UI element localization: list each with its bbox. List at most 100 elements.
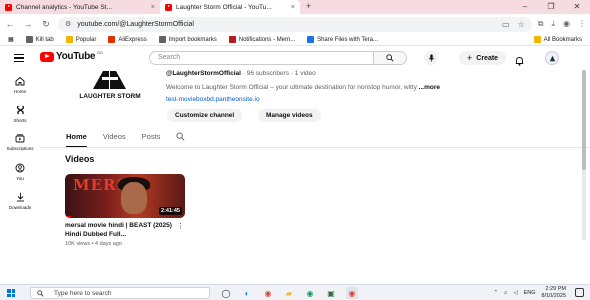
notification-center-icon[interactable] bbox=[575, 288, 584, 297]
tabs-divider bbox=[40, 147, 590, 148]
channel-link[interactable]: test-movieboxbd.pantheonsite.io bbox=[166, 96, 260, 103]
taskbar-search-input[interactable]: Type here to search bbox=[30, 287, 210, 299]
video-duration: 2:41:45 bbox=[159, 207, 182, 215]
search-icon bbox=[386, 54, 394, 62]
guide-item-shorts[interactable]: Shorts bbox=[0, 105, 40, 123]
guide-item-downloads[interactable]: Downloads bbox=[0, 192, 40, 210]
bookmark-star-icon[interactable]: ☆ bbox=[518, 20, 525, 29]
new-tab-button[interactable]: + bbox=[300, 0, 317, 14]
video-thumbnail[interactable]: MERS 2:41:45 bbox=[65, 174, 185, 218]
bookmark-notifications[interactable]: Notifications - Mem... bbox=[228, 36, 295, 43]
task-view-icon[interactable]: ◯ bbox=[220, 287, 232, 299]
close-tab-icon[interactable]: × bbox=[151, 4, 155, 11]
windows-start-icon[interactable] bbox=[7, 289, 15, 297]
file-explorer-icon[interactable]: ▰ bbox=[283, 287, 295, 299]
profile-icon[interactable]: ◉ bbox=[563, 19, 570, 29]
microphone-icon bbox=[428, 54, 434, 62]
url-input[interactable]: ⚙ youtube.com/@LaughterStormOfficial ▭ ☆ bbox=[58, 16, 532, 32]
avatar-logo-icon bbox=[549, 55, 555, 61]
guide-item-you[interactable]: You bbox=[0, 163, 40, 181]
you-icon bbox=[15, 163, 25, 173]
shorts-icon bbox=[16, 105, 24, 115]
chrome-profile-icon[interactable]: ◉ bbox=[304, 287, 316, 299]
chrome-active-icon[interactable]: ◉ bbox=[346, 287, 358, 299]
cast-icon[interactable]: ▭ bbox=[502, 20, 510, 29]
tab-home[interactable]: Home bbox=[66, 132, 87, 147]
network-icon[interactable]: ⌂ bbox=[504, 290, 507, 296]
customize-channel-button[interactable]: Customize channel bbox=[167, 109, 243, 122]
account-avatar[interactable] bbox=[545, 51, 559, 65]
tab-label: Channel analytics - YouTube St... bbox=[16, 3, 112, 11]
guide-label: Home bbox=[13, 89, 26, 94]
edge-icon[interactable]: ◐ bbox=[241, 287, 253, 299]
bookmark-icon bbox=[25, 36, 33, 43]
channel-name-line: @LaughterStormOfficial · 96 subscribers … bbox=[166, 70, 316, 77]
taskbar-search-placeholder: Type here to search bbox=[54, 289, 112, 297]
browser-tab-strip: Channel analytics - YouTube St... × Laug… bbox=[0, 0, 590, 14]
close-window-icon[interactable]: ✕ bbox=[564, 0, 590, 14]
reload-icon[interactable]: ↻ bbox=[40, 19, 52, 30]
folder-icon bbox=[533, 36, 541, 43]
volume-icon[interactable]: ◁ bbox=[513, 290, 517, 296]
clock-date: 8/10/2025 bbox=[541, 292, 566, 299]
tab-videos[interactable]: Videos bbox=[103, 132, 126, 141]
search-button[interactable] bbox=[374, 51, 407, 65]
search-input[interactable]: Search bbox=[149, 51, 374, 65]
channel-description[interactable]: Welcome to Laughter Storm Official – you… bbox=[166, 84, 440, 91]
search-icon bbox=[37, 289, 44, 297]
guide-item-subscriptions[interactable]: Subscriptions bbox=[0, 134, 40, 151]
tab-posts[interactable]: Posts bbox=[142, 132, 161, 141]
menu-dots-icon[interactable]: ⋮ bbox=[578, 19, 586, 29]
more-link[interactable]: ...more bbox=[419, 84, 440, 91]
channel-search-icon[interactable] bbox=[176, 132, 185, 141]
video-title[interactable]: mersal movie hindi | BEAST (2025) Hindi … bbox=[65, 222, 175, 239]
app-icon[interactable]: ▣ bbox=[325, 287, 337, 299]
voice-search-button[interactable] bbox=[424, 51, 438, 65]
taskbar-apps: ◯ ◐ ◉ ▰ ◉ ▣ ◉ bbox=[220, 287, 358, 299]
apps-grid-icon[interactable]: ▦ bbox=[8, 36, 14, 43]
video-menu-icon[interactable]: ⋮ bbox=[177, 222, 184, 230]
clock[interactable]: 2:29 PM 8/10/2025 bbox=[542, 286, 566, 299]
extensions-icon[interactable]: ⧉ bbox=[538, 19, 544, 29]
create-button[interactable]: + Create bbox=[459, 51, 507, 65]
site-info-icon[interactable]: ⚙ bbox=[65, 20, 71, 28]
youtube-wordmark: YouTube bbox=[56, 51, 96, 62]
close-tab-icon[interactable]: × bbox=[291, 4, 295, 11]
youtube-header: YouTube BD Search + Create bbox=[0, 46, 590, 70]
minimize-icon[interactable]: – bbox=[512, 0, 538, 14]
region-code: BD bbox=[97, 50, 103, 55]
guide-item-home[interactable]: Home bbox=[0, 76, 40, 94]
notifications-site-icon bbox=[228, 36, 236, 43]
channel-description-text: Welcome to Laughter Storm Official – you… bbox=[166, 84, 417, 91]
channel-logo: LAUGHTER STORM bbox=[79, 71, 141, 100]
bookmark-import[interactable]: Import bookmarks bbox=[158, 36, 217, 43]
bookmark-popular[interactable]: Popular bbox=[65, 36, 96, 43]
downloads-icon bbox=[16, 192, 24, 202]
taskbar: Type here to search ◯ ◐ ◉ ▰ ◉ ▣ ◉ ⌃ ⌂ ◁ … bbox=[0, 284, 590, 300]
search-bar: Search bbox=[149, 51, 407, 65]
notifications-button[interactable] bbox=[515, 53, 524, 71]
language-indicator[interactable]: ENG bbox=[524, 290, 536, 296]
youtube-favicon-icon bbox=[165, 3, 172, 11]
chrome-icon[interactable]: ◉ bbox=[262, 287, 274, 299]
back-arrow-icon[interactable]: ← bbox=[4, 19, 16, 29]
tab-channel-analytics[interactable]: Channel analytics - YouTube St... × bbox=[0, 0, 160, 14]
hamburger-menu-icon[interactable] bbox=[14, 54, 24, 64]
page-scrollbar[interactable] bbox=[582, 70, 586, 240]
all-bookmarks-button[interactable]: All Bookmarks bbox=[533, 36, 582, 43]
tray-chevron-icon[interactable]: ⌃ bbox=[493, 290, 498, 296]
youtube-logo[interactable]: YouTube BD bbox=[40, 50, 103, 62]
bookmark-aliexpress[interactable]: AliExpress bbox=[108, 36, 147, 43]
bookmark-kill-tab[interactable]: Kill tab bbox=[25, 36, 54, 43]
download-icon[interactable]: ⤓ bbox=[551, 19, 555, 29]
restore-icon[interactable]: ❐ bbox=[538, 0, 564, 14]
tab-laughter-storm[interactable]: Laughter Storm Official - YouTu... × bbox=[160, 0, 300, 14]
forward-arrow-icon[interactable]: → bbox=[22, 19, 34, 29]
home-icon bbox=[15, 76, 25, 86]
guide-label: You bbox=[16, 176, 24, 181]
import-icon bbox=[158, 36, 166, 43]
folder-icon bbox=[65, 36, 73, 43]
manage-videos-button[interactable]: Manage videos bbox=[258, 109, 321, 122]
create-label: Create bbox=[476, 54, 499, 62]
bookmark-share-files[interactable]: Share Files with Tera... bbox=[307, 36, 378, 43]
